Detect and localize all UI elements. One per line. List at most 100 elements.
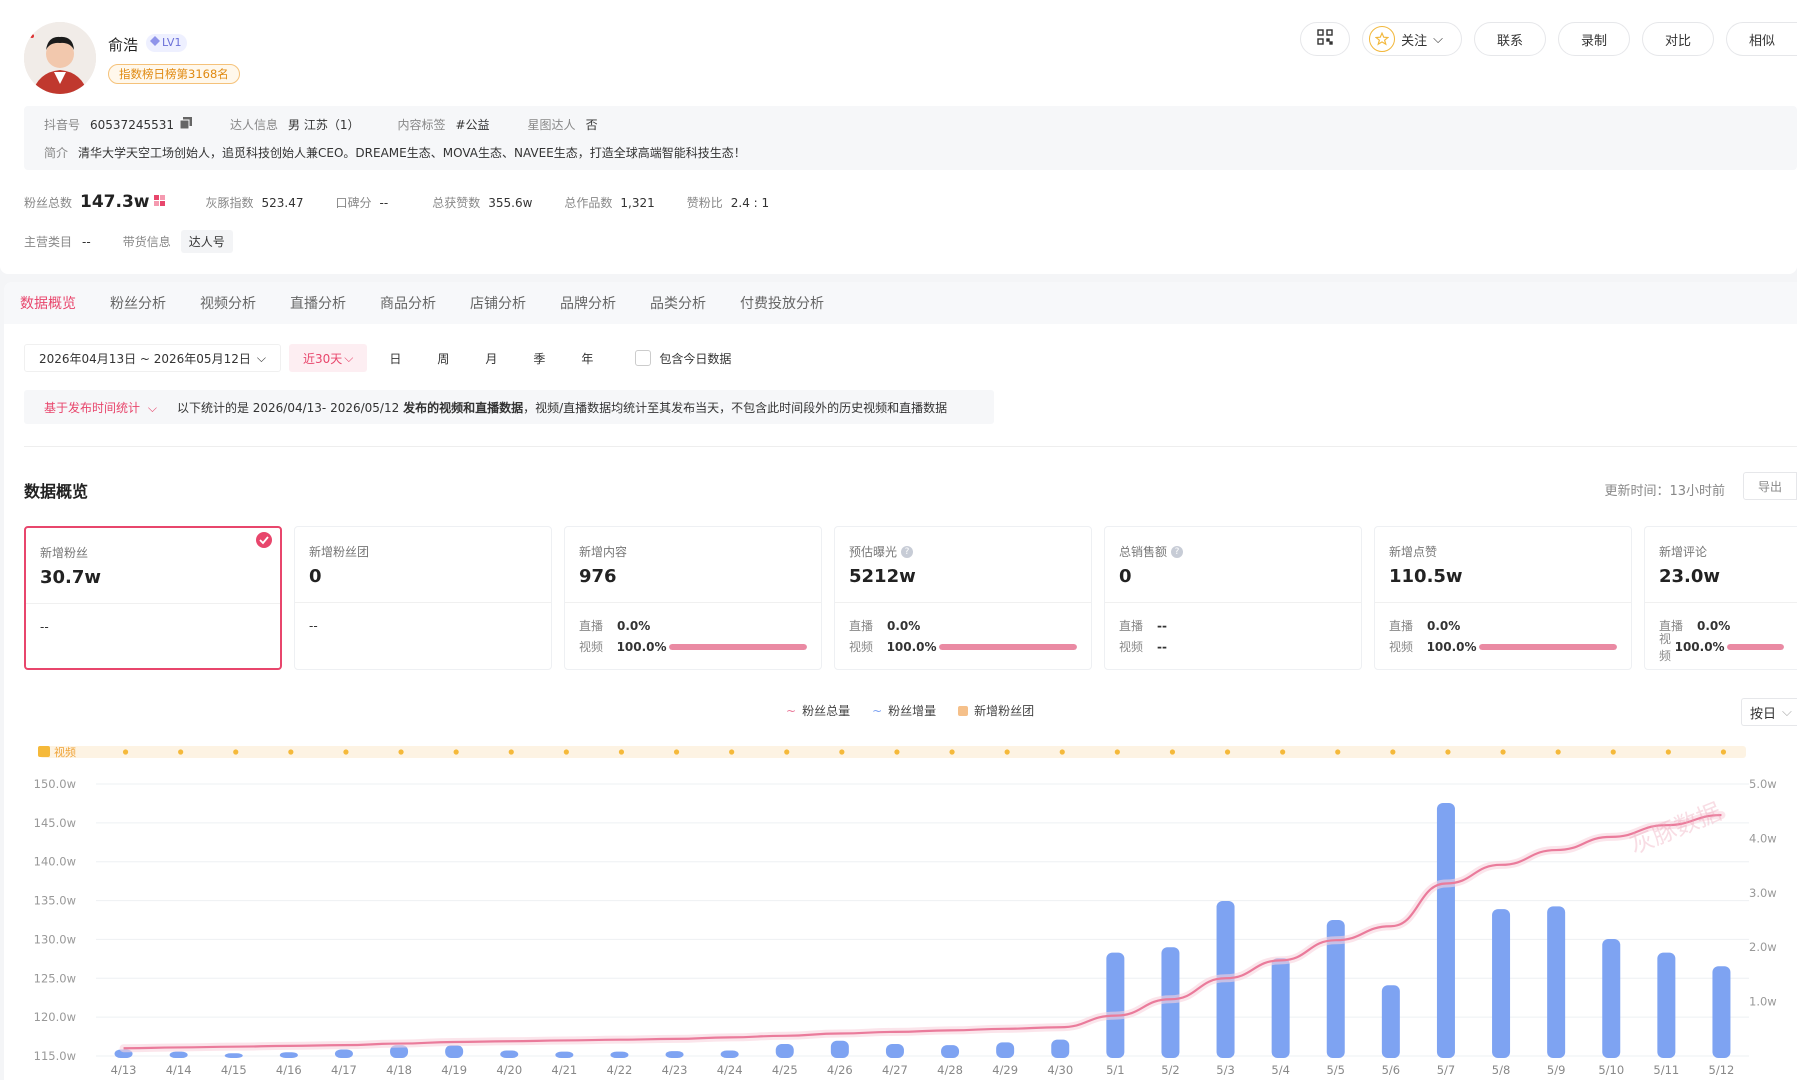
video-dot [1610,749,1616,755]
metric-card-new-content[interactable]: 新增内容 976 直播 0.0% 视频 100.0% [564,526,822,670]
category-row: 主营类目 -- 带货信息 达人号 [24,230,233,253]
video-value: 100.0% [886,639,937,654]
video-dot [1004,749,1010,755]
video-dot [1280,749,1286,755]
video-dot [1224,749,1231,755]
chevron-down-icon: ⌵ [256,350,266,365]
tab-category[interactable]: 品类分析 [650,293,706,313]
metric-card-likes[interactable]: 新增点赞 110.5w 直播 0.0% 视频 100.0% [1374,526,1632,670]
bar [1712,966,1731,1058]
video-dot [398,749,404,755]
export-button[interactable]: 导出 [1743,472,1797,500]
tab-paid[interactable]: 付费投放分析 [740,293,824,313]
tab-shop[interactable]: 店铺分析 [470,293,526,313]
live-value: 0.0% [887,618,921,633]
help-icon[interactable]: ? [1171,545,1184,558]
video-dot [784,749,790,755]
works-value: 1,321 [620,196,655,210]
date-range-picker[interactable]: 2026年04月13日 ~ 2026年05月12日 ⌵ [24,344,281,372]
help-icon[interactable]: ? [901,545,914,558]
metric-card-new-fans[interactable]: 新增粉丝 30.7w -- [24,526,282,670]
tab-fans[interactable]: 粉丝分析 [110,293,166,313]
period-week[interactable]: 周 [423,344,463,372]
metric-card-fan-club[interactable]: 新增粉丝团 0 -- [294,526,552,670]
filter-row: 2026年04月13日 ~ 2026年05月12日 ⌵ 近30天 ⌵ 日 周 月… [24,344,731,372]
video-label: 视频 [1389,640,1414,654]
x-tick-label: 4/14 [166,1063,192,1077]
period-day[interactable]: 日 [375,344,415,372]
star-talent-label: 星图达人 [527,118,576,132]
bar [334,1049,353,1058]
qrcode-icon [1317,29,1333,49]
action-bar: 关注 ⌵ 联系 录制 对比 相似 [1300,22,1797,56]
bar [1381,985,1400,1058]
period-quarter[interactable]: 季 [519,344,559,372]
similar-button[interactable]: 相似 [1725,22,1797,56]
fans-chart-icon[interactable] [153,195,166,210]
x-tick-label: 4/15 [221,1063,247,1077]
likes-label: 总获赞数 [432,196,481,210]
avatar[interactable] [24,22,96,94]
period-year[interactable]: 年 [567,344,607,372]
recent-30-button[interactable]: 近30天 ⌵ [288,344,368,372]
stat-basis-label: 基于发布时间统计 [44,400,141,415]
line-icon: ~ [872,703,883,718]
info-bar: 抖音号 60537245531 达人信息 男 江苏（1） 内容标签 #公益 星图… [24,106,1797,170]
copy-icon[interactable] [179,117,192,132]
period-month[interactable]: 月 [471,344,511,372]
metric-cards: 新增粉丝 30.7w -- 新增粉丝团 0 -- 新增内容 976 直播 0.0% 视频… [24,526,1797,670]
video-dot [178,749,184,755]
granularity-select[interactable]: 按日 ⌵ [1741,698,1797,726]
x-tick-label: 4/27 [882,1063,908,1077]
tab-live[interactable]: 直播分析 [290,293,346,313]
x-tick-label: 4/13 [111,1063,137,1077]
include-today-checkbox[interactable] [635,350,652,366]
legend-total-label: 粉丝总量 [802,704,851,718]
bar [1657,952,1676,1058]
tab-goods[interactable]: 商品分析 [380,293,436,313]
x-tick-label: 4/25 [772,1063,798,1077]
metric-card-comments[interactable]: 新增评论 23.0w 直播 0.0% 视频 100.0% [1644,526,1797,670]
legend-increment[interactable]: ~ 粉丝增量 [872,702,936,719]
video-dot [122,749,129,755]
qrcode-button[interactable] [1300,22,1351,56]
legend-total[interactable]: ~ 粉丝总量 [786,702,850,719]
left-tick-label: 115.0w [34,1049,76,1063]
x-tick-label: 4/16 [276,1063,302,1077]
stat-basis-select[interactable]: 基于发布时间统计 ⌵ [24,399,177,416]
legend-fan-club[interactable]: 新增粉丝团 [958,702,1034,719]
bar [941,1045,960,1058]
watermark: 灰豚数据 [1626,798,1725,860]
x-tick-label: 4/29 [992,1063,1018,1077]
tab-video[interactable]: 视频分析 [200,293,256,313]
record-button[interactable]: 录制 [1557,22,1630,56]
contact-button[interactable]: 联系 [1473,22,1546,56]
likes-value: 355.6w [488,196,533,210]
compare-button[interactable]: 对比 [1641,22,1714,56]
douyin-id: 60537245531 [90,117,174,132]
video-share-bar [1726,643,1784,650]
tab-brand[interactable]: 品牌分析 [560,293,616,313]
video-dot [233,749,239,755]
douyin-id-label: 抖音号 [44,118,81,132]
right-tick-label: 4.0w [1749,831,1777,845]
metric-value: 110.5w [1389,566,1463,587]
check-icon [256,532,272,548]
video-label: 视频 [1119,640,1144,654]
x-tick-label: 5/3 [1216,1063,1235,1077]
left-tick-label: 130.0w [34,932,76,946]
tab-overview[interactable]: 数据概览 [20,293,76,313]
stats-row: 粉丝总数 147.3w 灰豚指数 523.47 口碑分 -- 总获赞数 355.… [24,192,769,212]
x-tick-label: 4/30 [1047,1063,1073,1077]
bar [1602,939,1621,1058]
metric-title: 新增内容 [579,545,628,559]
metric-card-exposure[interactable]: 预估曝光? 5212w 直播 0.0% 视频 100.0% [834,526,1092,670]
video-value: 100.0% [1674,639,1725,654]
bar [885,1044,904,1058]
rank-badge[interactable]: 指数榜日榜第3168名 [108,64,240,84]
follow-button[interactable]: 关注 ⌵ [1362,22,1462,56]
video-dot [1390,749,1396,755]
metric-card-sales[interactable]: 总销售额? 0 直播 -- 视频 -- [1104,526,1362,670]
video-share-bar [1478,643,1617,650]
chevron-down-icon: ⌵ [1433,31,1443,47]
